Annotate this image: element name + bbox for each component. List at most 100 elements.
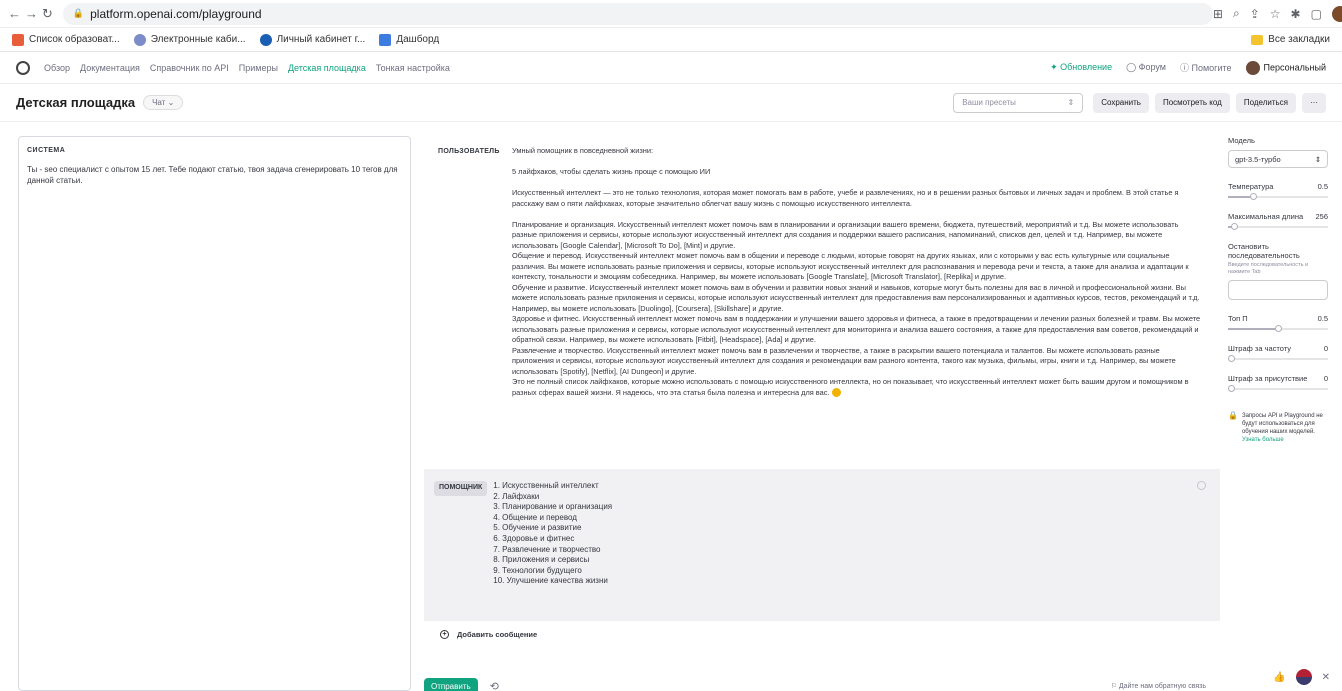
update-link[interactable]: ✦ Обновление (1050, 62, 1112, 73)
tag-item: 1. Искусственный интеллект (493, 481, 599, 490)
nav-overview[interactable]: Обзор (44, 63, 70, 73)
address-bar[interactable]: 🔒 platform.openai.com/playground (62, 2, 1213, 25)
bookmark-label: Список образоват... (29, 34, 120, 45)
feedback-link[interactable]: ⚐ Дайте нам обратную связь (1111, 682, 1206, 690)
openai-logo-icon[interactable] (16, 60, 30, 75)
max-length-value[interactable]: 256 (1315, 212, 1328, 221)
user-message-text[interactable]: Умный помощник в повседневной жизни: 5 л… (512, 146, 1202, 458)
stop-sequence-input[interactable] (1228, 280, 1328, 300)
temperature-label: Температура (1228, 182, 1274, 191)
slider-fill (1228, 328, 1278, 330)
share-icon[interactable]: ⇪ (1250, 7, 1260, 21)
max-length-row: Максимальная длина 256 (1228, 212, 1328, 221)
bookmark-icon (12, 33, 24, 46)
top-p-slider[interactable] (1228, 325, 1328, 332)
user-paragraph: Искусственный интеллект — это не только … (512, 188, 1179, 208)
forum-label: Форум (1138, 62, 1166, 72)
presence-value[interactable]: 0 (1324, 374, 1328, 383)
add-message-button[interactable]: + Добавить сообщение (440, 630, 537, 639)
nav-fine-tuning[interactable]: Тонкая настройка (376, 63, 450, 73)
account-menu[interactable]: Персональный (1245, 60, 1326, 75)
update-label: Обновление (1060, 62, 1113, 72)
user-paragraph: Развлечение и творчество. Искусственный … (512, 345, 1176, 376)
slider-knob[interactable] (1228, 385, 1235, 392)
frequency-label: Штраф за частоту (1228, 344, 1292, 353)
bookmark-item[interactable]: Личный кабинет г... (259, 33, 365, 46)
tag-item: 9. Технологии будущего (493, 565, 582, 575)
nav-playground[interactable]: Детская площадка (288, 63, 366, 73)
preset-select[interactable]: Ваши пресеты ⇕ (953, 92, 1084, 113)
nav-docs[interactable]: Документация (80, 63, 140, 73)
assistant-message-text[interactable]: 1. Искусственный интеллект 2. Лайфхаки 3… (493, 481, 612, 621)
share-button[interactable]: Поделиться (1235, 92, 1296, 113)
us-flag-icon[interactable] (1295, 669, 1312, 685)
playground-header: Детская площадка Чат ⌄ Ваши пресеты ⇕ Со… (0, 84, 1342, 122)
profile-avatar[interactable] (1331, 5, 1342, 22)
presence-label: Штраф за присутствие (1228, 374, 1308, 383)
top-p-value[interactable]: 0.5 (1318, 314, 1328, 323)
forward-icon[interactable]: → (25, 4, 38, 24)
all-bookmarks-label: Все закладки (1268, 34, 1330, 45)
privacy-note-text: Запросы API и Playground не будут исполь… (1241, 413, 1323, 435)
back-icon[interactable]: ← (8, 4, 21, 24)
mode-select[interactable]: Чат ⌄ (143, 95, 184, 110)
system-label: СИСТЕМА (27, 147, 66, 154)
stop-sequence-hint: Введите последовательность и нажмите Tab (1228, 262, 1309, 275)
mode-label: Чат (152, 98, 166, 107)
nav-examples[interactable]: Примеры (239, 63, 278, 73)
submit-button[interactable]: Отправить (424, 677, 478, 691)
slider-knob[interactable] (1250, 193, 1257, 200)
tag-item: 7. Развлечение и творчество (493, 544, 601, 554)
url-text: platform.openai.com/playground (90, 6, 262, 21)
history-icon[interactable]: ⟲ (490, 680, 499, 691)
privacy-note: 🔒 Запросы API и Playground не будут испо… (1228, 412, 1328, 444)
bookmark-item[interactable]: Электронные каби... (133, 33, 246, 46)
translate-icon[interactable]: ⊞ (1213, 7, 1223, 21)
more-button[interactable]: ··· (1302, 92, 1326, 113)
slider-knob[interactable] (1275, 325, 1282, 332)
zoom-icon[interactable]: ⌕ (1233, 6, 1240, 21)
tag-item: 10. Улучшение качества жизни (493, 576, 608, 586)
presence-row: Штраф за присутствие 0 (1228, 374, 1328, 383)
reload-icon[interactable]: ↻ (42, 4, 53, 24)
temperature-value[interactable]: 0.5 (1318, 182, 1328, 191)
close-icon[interactable]: ✕ (1322, 672, 1330, 683)
all-bookmarks[interactable]: Все закладки (1251, 34, 1330, 45)
thumbs-icon[interactable]: 👍 (1273, 672, 1285, 683)
folder-icon (1251, 34, 1264, 45)
system-text[interactable]: Ты - seo специалист с опытом 15 лет. Теб… (27, 164, 402, 186)
frequency-slider[interactable] (1228, 355, 1328, 362)
slider-knob[interactable] (1231, 223, 1238, 230)
temperature-slider[interactable] (1228, 193, 1328, 200)
tag-item: 5. Обучение и развитие (493, 523, 582, 533)
account-avatar (1245, 60, 1260, 75)
user-paragraph: Здоровье и фитнес. Искусственный интелле… (512, 314, 1201, 344)
assistant-message[interactable]: ПОМОЩНИК 1. Искусственный интеллект 2. Л… (424, 469, 1220, 621)
remove-message-icon[interactable] (1197, 481, 1206, 490)
view-code-button[interactable]: Посмотреть код (1154, 92, 1230, 113)
extensions-icon[interactable]: ✱ (1291, 7, 1301, 21)
save-button[interactable]: Сохранить (1093, 92, 1149, 113)
user-paragraph: Общение и перевод. Искусственный интелле… (512, 251, 1189, 281)
learn-more-link[interactable]: Узнать больше (1242, 437, 1284, 443)
nav-api-reference[interactable]: Справочник по API (150, 63, 229, 73)
assistant-role-label[interactable]: ПОМОЩНИК (434, 481, 488, 496)
help-label: Помогите (1191, 63, 1232, 73)
bookmark-item[interactable]: Список образоват... (12, 33, 120, 46)
user-role-label[interactable]: ПОЛЬЗОВАТЕЛЬ (438, 146, 512, 458)
system-panel[interactable]: СИСТЕМА Ты - seo специалист с опытом 15 … (18, 136, 411, 691)
forum-link[interactable]: ◯ Форум (1126, 62, 1166, 73)
user-message[interactable]: ПОЛЬЗОВАТЕЛЬ Умный помощник в повседневн… (424, 136, 1220, 458)
help-link[interactable]: ⓘ Помогите (1180, 61, 1232, 74)
bookmark-item[interactable]: Дашборд (379, 33, 439, 46)
slider-knob[interactable] (1228, 355, 1235, 362)
star-icon[interactable]: ☆ (1270, 7, 1281, 21)
frequency-value[interactable]: 0 (1324, 344, 1328, 353)
settings-panel: Модель gpt-3.5-турбо ⇕ Температура 0.5 М… (1228, 136, 1328, 444)
presence-slider[interactable] (1228, 385, 1328, 392)
tag-item: 4. Общение и перевод (493, 512, 577, 522)
max-length-slider[interactable] (1228, 223, 1328, 230)
sidepanel-icon[interactable]: ▢ (1311, 7, 1322, 21)
tag-item: 8. Приложения и сервисы (493, 555, 590, 565)
model-select[interactable]: gpt-3.5-турбо ⇕ (1228, 150, 1328, 168)
